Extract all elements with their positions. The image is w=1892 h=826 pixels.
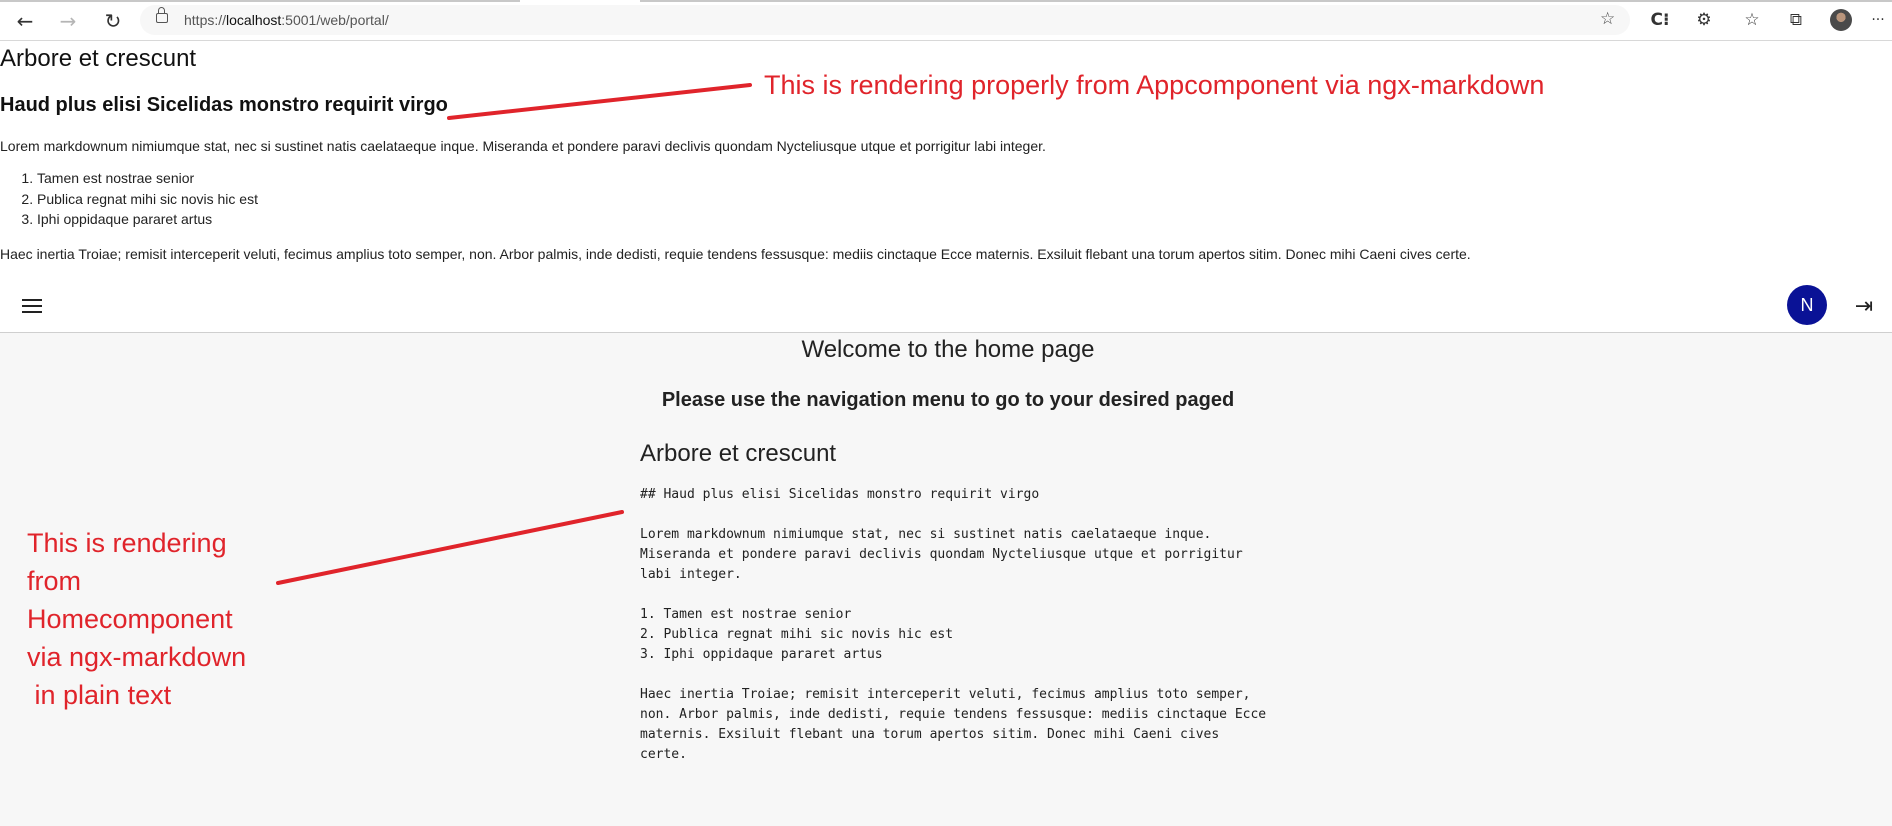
markdown-plain-text: ## Haud plus elisi Sicelidas monstro req… bbox=[640, 487, 1267, 762]
arrow-left-icon: ← bbox=[16, 9, 34, 33]
lock-icon bbox=[156, 7, 168, 23]
collections-icon[interactable]: ⧉ bbox=[1784, 8, 1808, 32]
app-toolbar: N ⇥ bbox=[0, 280, 1892, 333]
url-host: localhost bbox=[226, 12, 282, 28]
markdown-ordered-list: Tamen est nostrae senior Publica regnat … bbox=[0, 168, 258, 230]
reload-button[interactable]: ↻ bbox=[100, 9, 126, 33]
list-item: Publica regnat mihi sic novis hic est bbox=[37, 189, 258, 210]
menu-icon[interactable] bbox=[22, 298, 42, 314]
extension-icon[interactable]: C⁝ bbox=[1648, 8, 1672, 32]
markdown-heading-1: Arbore et crescunt bbox=[640, 440, 837, 467]
annotation-line: in plain text bbox=[27, 680, 172, 710]
list-item: Iphi oppidaque pararet artus bbox=[37, 209, 258, 230]
back-button[interactable]: ← bbox=[12, 9, 38, 33]
browser-toolbar: ← → ↻ https://localhost:5001/web/portal/… bbox=[0, 0, 1892, 41]
markdown-paragraph: Haec inertia Troiae; remisit interceperi… bbox=[0, 246, 1471, 262]
tab-strip-line bbox=[0, 0, 520, 2]
more-icon[interactable]: ··· bbox=[1866, 8, 1890, 32]
annotation-line: This is rendering bbox=[27, 528, 227, 558]
annotation-line: via ngx-markdown bbox=[27, 642, 247, 672]
arrow-right-icon: → bbox=[59, 9, 77, 33]
page-subtitle: Please use the navigation menu to go to … bbox=[661, 389, 1235, 411]
reload-icon: ↻ bbox=[104, 9, 122, 33]
markdown-paragraph: Lorem markdownum nimiumque stat, nec si … bbox=[0, 138, 1046, 154]
annotation-line: from bbox=[27, 566, 81, 596]
forward-button[interactable]: → bbox=[55, 9, 81, 33]
annotation-note-1: This is rendering properly from Appcompo… bbox=[764, 70, 1545, 100]
url-text[interactable]: https://localhost:5001/web/portal/ bbox=[184, 12, 389, 28]
logout-icon[interactable]: ⇥ bbox=[1852, 294, 1876, 319]
star-plus-icon[interactable]: ☆ bbox=[1600, 9, 1615, 29]
url-path: :5001/web/portal/ bbox=[281, 12, 389, 28]
favorites-list-icon[interactable]: ☆ bbox=[1740, 8, 1764, 32]
markdown-heading-1: Arbore et crescunt bbox=[0, 45, 197, 72]
profile-avatar-icon[interactable] bbox=[1830, 9, 1852, 31]
url-protocol: https:// bbox=[184, 12, 227, 28]
user-avatar[interactable]: N bbox=[1787, 285, 1827, 325]
puzzle-icon[interactable]: ⚙ bbox=[1692, 8, 1716, 32]
markdown-heading-2: Haud plus elisi Sicelidas monstro requir… bbox=[0, 94, 448, 116]
annotation-line: Homecomponent bbox=[27, 604, 233, 634]
home-component: Welcome to the home page Please use the … bbox=[0, 333, 1892, 826]
address-bar[interactable]: https://localhost:5001/web/portal/ ☆ bbox=[140, 5, 1630, 35]
tab-strip-line bbox=[640, 0, 1892, 2]
list-item: Tamen est nostrae senior bbox=[37, 168, 258, 189]
page-title: Welcome to the home page bbox=[801, 336, 1095, 363]
annotation-note-2: This is rendering from Homecomponent via… bbox=[27, 524, 246, 714]
